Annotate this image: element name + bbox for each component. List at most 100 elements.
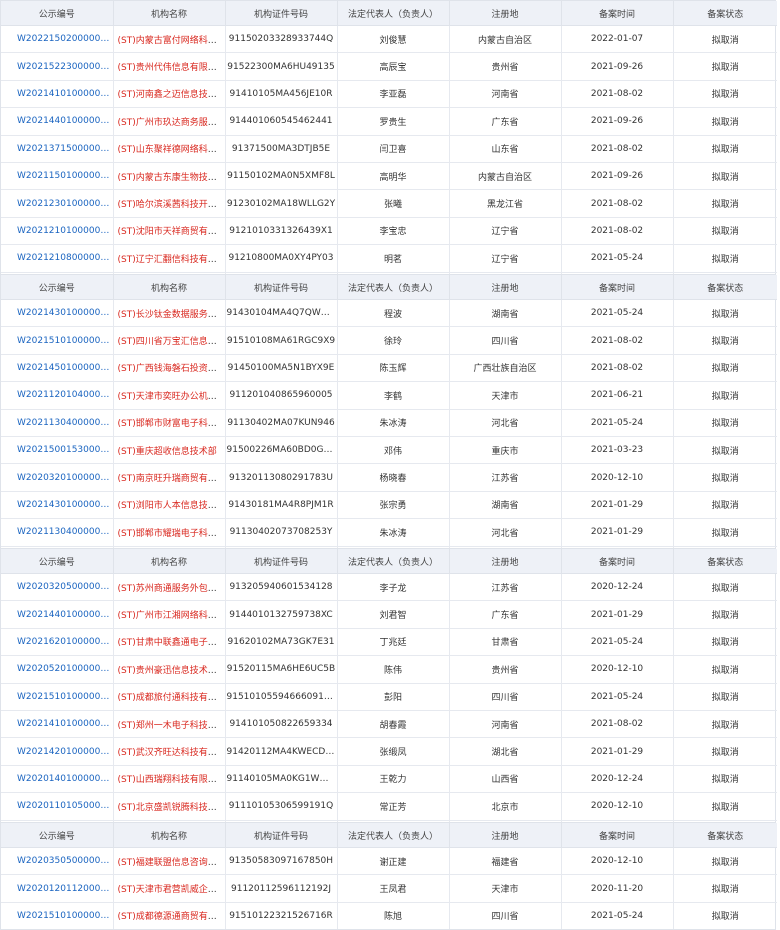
public-id-link[interactable]: W2021410100000418 — [1, 710, 114, 739]
st-tag: (ST) — [117, 474, 136, 485]
org-name-text: 长沙钛金数据服务有... — [135, 309, 225, 320]
public-id-link[interactable]: W2021130400000024 — [1, 409, 114, 437]
org-name: (ST)广西钱海磐石投资集... — [113, 354, 226, 383]
filing-date: 2021-09-26 — [561, 52, 674, 81]
legal-rep: 高辰宝 — [337, 52, 450, 81]
org-name: (ST)北京盛凯锐腾科技有... — [113, 792, 226, 821]
public-id-link[interactable]: W2020140100000036 — [1, 765, 114, 794]
public-id-link[interactable]: W2021430100000074 — [1, 299, 114, 328]
public-id-link[interactable]: W2021420100000088 — [1, 737, 114, 766]
public-id-link[interactable]: W2021522300000007 — [1, 52, 114, 81]
legal-rep: 刘君智 — [337, 600, 450, 629]
region: 河南省 — [449, 80, 562, 109]
filing-date: 2020-12-10 — [561, 463, 674, 492]
org-name: (ST)沈阳市天祥商贸有限... — [113, 217, 226, 246]
org-name-text: 辽宁汇翻信科技有限... — [135, 254, 225, 265]
license-header: 机构证件号码 — [225, 1, 338, 26]
filing-date: 2021-09-26 — [561, 162, 674, 191]
org-name: (ST)甘肃中联鑫通电子科... — [113, 628, 226, 657]
region: 广西壮族自治区 — [449, 354, 562, 383]
st-tag: (ST) — [117, 857, 136, 868]
filing-date: 2020-12-24 — [561, 573, 674, 602]
public-id-link[interactable]: W2021620100000026 — [1, 628, 114, 657]
st-tag: (ST) — [117, 583, 136, 594]
region: 山东省 — [449, 135, 562, 163]
public-id-link[interactable]: W2020520100000007 — [1, 655, 114, 684]
public-id-link[interactable]: W2021230100000049 — [1, 189, 114, 218]
table-row: W2021510100000231 (ST)四川省万宝汇信息技... 9151010… — [1, 326, 777, 355]
filing-status: 拟取消 — [673, 299, 777, 328]
legal-rep: 罗贵生 — [337, 107, 450, 136]
table-row: W2021371500000017 (ST)山东聚祥德网络科技... 9137150… — [1, 135, 777, 163]
region: 湖南省 — [449, 299, 562, 328]
filing-status: 拟取消 — [673, 491, 777, 520]
filing-date: 2021-08-02 — [561, 135, 674, 163]
license-number: 914101050822659334 — [225, 710, 338, 739]
region-header: 注册地 — [449, 823, 562, 848]
public-id-link[interactable]: W2021510100000168 — [1, 902, 114, 930]
region: 贵州省 — [449, 52, 562, 81]
public-id-link[interactable]: W2021450100000102 — [1, 354, 114, 383]
org-name: (ST)内蒙古东康生物技术... — [113, 162, 226, 191]
table-row: W2021420100000088 (ST)武汉齐旺达科技有限... 9142011… — [1, 737, 777, 766]
st-tag: (ST) — [117, 885, 136, 896]
public-id-link[interactable]: W2021210800000006 — [1, 244, 114, 273]
public-id-link[interactable]: W2020110105000016 — [1, 792, 114, 821]
legal-rep: 陈旭 — [337, 902, 450, 930]
public-id-link[interactable]: W2020320100000021 — [1, 463, 114, 492]
public-id-link[interactable]: W2021371500000017 — [1, 135, 114, 163]
legal-rep: 胡春霞 — [337, 710, 450, 739]
filing-status: 拟取消 — [673, 354, 777, 383]
region: 河北省 — [449, 518, 562, 547]
legal-rep: 杨晓春 — [337, 463, 450, 492]
legal-rep: 高明华 — [337, 162, 450, 191]
public-id-link[interactable]: W2021150100000068 — [1, 162, 114, 191]
org-name: (ST)山东聚祥德网络科技... — [113, 135, 226, 163]
public-id-link[interactable]: W2021510100000159 — [1, 683, 114, 711]
org-name: (ST)山西瑞翔科技有限公司 — [113, 765, 226, 794]
org-name: (ST)四川省万宝汇信息技... — [113, 326, 226, 355]
date-header: 备案时间 — [561, 1, 674, 26]
table-row: W2021430100000050 (ST)浏阳市人本信息技术... 9143018… — [1, 491, 777, 520]
public-id-link[interactable]: W2020350500000016 — [1, 847, 114, 876]
public-id-link[interactable]: W2021410100000371 — [1, 80, 114, 109]
org-name: (ST)苏州商通服务外包有... — [113, 573, 226, 602]
filing-status: 拟取消 — [673, 683, 777, 711]
org-name-text: 广州市玖达商务服务... — [135, 117, 225, 128]
record-table-1: 公示编号 机构名称 机构证件号码 法定代表人（负责人） 注册地 备案时间 备案状态 W2022… — [0, 0, 777, 300]
license-number: 91410105MA456JE10R — [225, 80, 338, 109]
org-name-text: 贵州豪迅信息技术有... — [135, 665, 225, 676]
public-id-link[interactable]: W2021500153000001 — [1, 436, 114, 465]
public-id-link[interactable]: W2021120104000014 — [1, 381, 114, 410]
org-name-text: 苏州商通服务外包有... — [135, 583, 225, 594]
table-row: W2021150100000068 (ST)内蒙古东康生物技术... 9115010… — [1, 162, 777, 191]
filing-status: 拟取消 — [673, 573, 777, 602]
public-id-link[interactable]: W2021210100000101 — [1, 217, 114, 246]
license-number: 914401060545462441 — [225, 107, 338, 136]
public-id-link[interactable]: W2021130400000005 — [1, 518, 114, 547]
filing-status: 拟取消 — [673, 792, 777, 821]
public-id-link[interactable]: W2020120112000001 — [1, 874, 114, 903]
legal-rep: 朱冰涛 — [337, 518, 450, 547]
public-id-link[interactable]: W2021440100000458 — [1, 107, 114, 136]
public-id-link[interactable]: W2022150200000034 — [1, 25, 114, 54]
filing-status: 拟取消 — [673, 874, 777, 903]
st-tag: (ST) — [117, 254, 136, 265]
filing-date: 2021-06-21 — [561, 381, 674, 410]
record-table-2: 公示编号 机构名称 机构证件号码 法定代表人（负责人） 注册地 备案时间 备案状态 W2021… — [0, 274, 777, 574]
filing-status: 拟取消 — [673, 80, 777, 109]
region: 江苏省 — [449, 463, 562, 492]
legal-rep: 李亚磊 — [337, 80, 450, 109]
st-tag: (ST) — [117, 720, 136, 731]
filing-date: 2021-05-24 — [561, 902, 674, 930]
org-name-text: 天津市奕旺办公机械... — [135, 391, 225, 402]
public-id-link[interactable]: W2021440100000085 — [1, 600, 114, 629]
public-id-link[interactable]: W2021510100000231 — [1, 326, 114, 355]
org-name: (ST)哈尔滨溪茜科技开发... — [113, 189, 226, 218]
public-id-link[interactable]: W2020320500000026 — [1, 573, 114, 602]
legal-rep: 张缎凤 — [337, 737, 450, 766]
name-header: 机构名称 — [113, 275, 226, 300]
legal-rep: 张曦 — [337, 189, 450, 218]
public-id-link[interactable]: W2021430100000050 — [1, 491, 114, 520]
license-number: 911201040865960005 — [225, 381, 338, 410]
